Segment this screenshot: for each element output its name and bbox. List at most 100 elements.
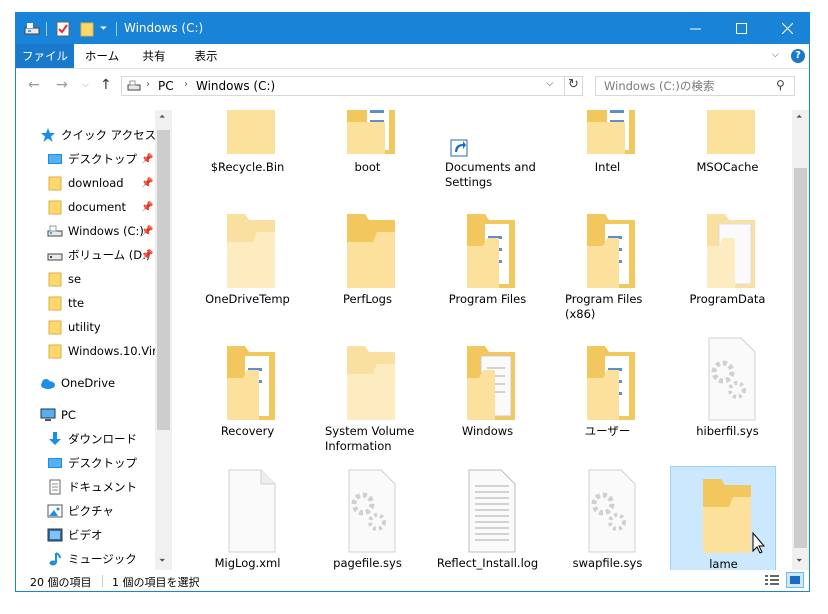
list-item[interactable]: Windows — [435, 334, 540, 450]
nav-item-desktop[interactable]: デスクトップ 📌 — [47, 148, 153, 170]
drive-icon — [127, 80, 141, 92]
content-scrollbar[interactable]: ⏶ ⏷ — [792, 110, 809, 570]
item-label: MigLog.xml — [214, 556, 281, 570]
folder-icon — [47, 343, 63, 359]
breadcrumb-chevron-icon: › — [146, 79, 150, 90]
nav-scrollbar[interactable]: ⏶ ⏷ — [155, 110, 172, 570]
expand-ribbon-icon[interactable]: ⌵ — [772, 50, 779, 60]
up-arrow-icon[interactable]: ↑ — [100, 77, 112, 93]
details-view-icon[interactable] — [764, 573, 780, 587]
nav-pc[interactable]: PC — [40, 404, 76, 426]
list-item[interactable]: Program Files — [435, 202, 540, 318]
tab-view[interactable]: 表示 — [182, 44, 230, 68]
nav-item-volume-d[interactable]: ボリューム (D:) 📌 — [47, 244, 153, 266]
item-label: hiberfil.sys — [696, 424, 759, 438]
nav-scroll-thumb[interactable] — [157, 130, 170, 430]
list-item[interactable]: Intel — [555, 110, 660, 186]
nav-item-pc-desktop[interactable]: デスクトップ — [47, 452, 137, 474]
refresh-icon[interactable]: ↻ — [568, 77, 579, 92]
nav-label: ビデオ — [68, 528, 103, 542]
item-label: PerfLogs — [343, 292, 392, 306]
nav-item-se[interactable]: se — [47, 268, 81, 290]
search-input[interactable] — [604, 78, 764, 94]
pin-icon[interactable]: 📌 — [141, 250, 153, 261]
status-bar: 20 個の項目 1 個の項目を選択 — [16, 571, 809, 591]
pin-icon[interactable]: 📌 — [141, 202, 153, 213]
help-icon[interactable]: ? — [791, 49, 805, 63]
drive-icon — [24, 20, 40, 37]
nav-item-tte[interactable]: tte — [47, 292, 84, 314]
nav-item-utility[interactable]: utility — [47, 316, 101, 338]
list-item[interactable]: MigLog.xml — [195, 466, 300, 570]
back-arrow-icon[interactable]: ← — [28, 77, 40, 93]
list-item[interactable]: boot — [315, 110, 420, 186]
pin-icon[interactable]: 📌 — [141, 178, 153, 189]
list-item[interactable]: MSOCache — [675, 110, 780, 186]
large-icons-view-icon[interactable] — [786, 572, 804, 588]
list-item[interactable]: Program Files (x86) — [555, 202, 660, 321]
list-item[interactable]: swapfile.sys — [555, 466, 660, 570]
close-button[interactable] — [764, 13, 809, 44]
pin-icon[interactable]: 📌 — [141, 154, 153, 165]
list-item[interactable]: ユーザー — [555, 334, 660, 450]
pin-icon[interactable]: 📌 — [141, 226, 153, 237]
nav-label: デスクトップ — [68, 152, 137, 166]
nav-item-pictures[interactable]: ピクチャ — [47, 500, 114, 522]
new-folder-icon[interactable] — [80, 20, 94, 37]
folder-icon — [47, 175, 63, 191]
folder-icon — [227, 214, 275, 288]
onedrive-icon — [40, 375, 56, 391]
forward-arrow-icon[interactable]: → — [56, 77, 68, 93]
gear-file-icon — [348, 469, 396, 553]
search-box[interactable]: ⚲ — [595, 76, 795, 96]
address-dropdown-icon[interactable]: ⌵ — [546, 78, 554, 89]
address-bar[interactable]: › PC › Windows (C:) ⌵ ↻ — [121, 76, 583, 96]
list-item[interactable]: System Volume Information — [315, 334, 420, 453]
nav-item-windows-c[interactable]: Windows (C:) 📌 — [47, 220, 153, 242]
list-item[interactable]: Recovery — [195, 334, 300, 450]
list-item[interactable]: $Recycle.Bin — [195, 110, 300, 186]
tab-share[interactable]: 共有 — [130, 44, 178, 68]
tab-file[interactable]: ファイル — [16, 44, 74, 68]
item-label: System Volume Information — [325, 424, 415, 453]
nav-label: document — [68, 200, 127, 214]
nav-quick-access[interactable]: クイック アクセス — [40, 124, 156, 146]
nav-label: ボリューム (D:) — [68, 248, 151, 262]
nav-item-downloads[interactable]: ダウンロード — [47, 428, 137, 450]
nav-item-download[interactable]: download 📌 — [47, 172, 153, 194]
content-scroll-thumb[interactable] — [794, 168, 807, 548]
list-item[interactable]: pagefile.sys — [315, 466, 420, 570]
file-icon — [228, 469, 276, 553]
nav-item-music[interactable]: ミュージック — [47, 548, 137, 570]
properties-icon[interactable] — [56, 20, 70, 37]
list-item[interactable]: ProgramData — [675, 202, 780, 318]
scroll-down-icon[interactable]: ⏷ — [796, 556, 802, 566]
folder-icon — [47, 199, 63, 215]
recent-chevron-icon[interactable]: ⌵ — [82, 80, 89, 90]
breadcrumb-drive[interactable]: Windows (C:) — [196, 79, 275, 93]
music-note-icon — [47, 551, 63, 567]
list-item-selected[interactable]: lame — [670, 466, 776, 570]
nav-item-windows10virt[interactable]: Windows.10.Virt — [47, 340, 161, 362]
nav-item-videos[interactable]: ビデオ — [47, 524, 103, 546]
list-item[interactable]: OneDriveTemp — [195, 202, 300, 318]
nav-onedrive[interactable]: OneDrive — [40, 372, 115, 394]
scroll-up-icon[interactable]: ⏶ — [796, 112, 802, 122]
star-icon — [40, 127, 56, 143]
nav-item-document[interactable]: document 📌 — [47, 196, 153, 218]
breadcrumb-pc[interactable]: PC — [158, 79, 174, 93]
search-icon[interactable]: ⚲ — [776, 78, 785, 92]
maximize-button[interactable] — [718, 13, 764, 44]
folder-icon — [587, 214, 635, 288]
list-item[interactable]: Reflect_Install.log — [435, 466, 540, 570]
minimize-button[interactable] — [672, 13, 718, 44]
scroll-down-icon[interactable]: ⏷ — [159, 556, 165, 566]
nav-label: Windows (C:) — [68, 224, 144, 238]
nav-item-documents[interactable]: ドキュメント — [47, 476, 137, 498]
customize-qa-icon[interactable]: ⏷ — [100, 20, 107, 37]
list-item[interactable]: PerfLogs — [315, 202, 420, 318]
tab-home[interactable]: ホーム — [78, 44, 126, 68]
list-item[interactable]: hiberfil.sys — [675, 334, 780, 450]
list-item[interactable]: Documents and Settings — [435, 110, 540, 189]
scroll-up-icon[interactable]: ⏶ — [159, 112, 165, 122]
